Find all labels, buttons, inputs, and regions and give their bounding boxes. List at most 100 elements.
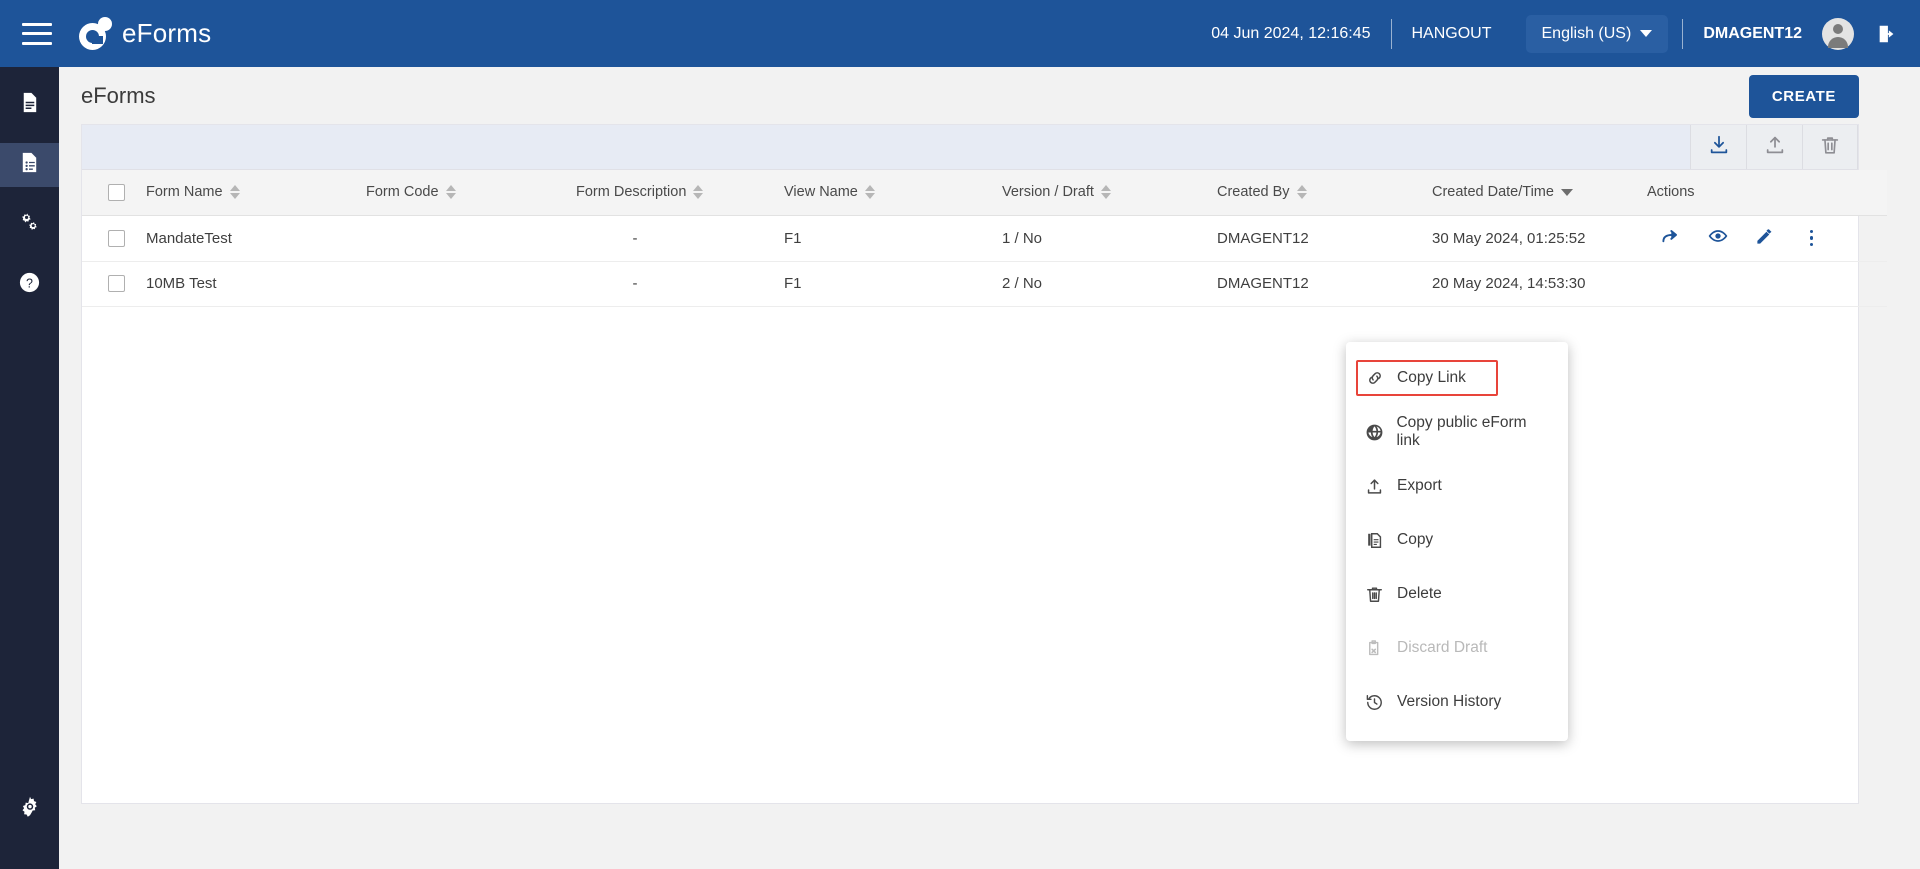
column-header-form-code[interactable]: Form Code (366, 170, 576, 216)
document-icon (18, 91, 41, 119)
cell-created-by: DMAGENT12 (1217, 215, 1432, 262)
question-circle-icon: ? (18, 271, 41, 299)
left-sidebar: ? (0, 67, 59, 869)
username-label: DMAGENT12 (1703, 24, 1802, 42)
copy-icon (1364, 531, 1385, 550)
table-toolbar (82, 125, 1858, 170)
cell-created-datetime: 30 May 2024, 01:25:52 (1432, 215, 1647, 262)
sort-icon (229, 185, 240, 200)
main-content: eForms CREATE Form Name Form Code Form D… (59, 67, 1920, 869)
table-row[interactable]: MandateTest - F1 1 / No DMAGENT12 30 May… (82, 215, 1887, 262)
column-label: Form Name (146, 184, 223, 201)
menu-item-label: Copy public eForm link (1396, 414, 1527, 449)
table-row[interactable]: 10MB Test - F1 2 / No DMAGENT12 20 May 2… (82, 261, 1887, 307)
row-select-cell (82, 261, 146, 307)
cell-form-code (366, 215, 576, 262)
current-datetime: 04 Jun 2024, 12:16:45 (1211, 24, 1371, 42)
upload-icon (1764, 134, 1786, 161)
menu-item-copy-public-eform-link[interactable]: Copy public eForm link (1346, 405, 1568, 459)
menu-item-label: Version History (1397, 693, 1502, 710)
cell-form-name: 10MB Test (146, 261, 366, 307)
menu-item-copy[interactable]: Copy (1346, 513, 1568, 567)
edit-pencil-icon (1755, 227, 1774, 250)
table-header-row: Form Name Form Code Form Description Vie… (82, 170, 1887, 216)
row-context-menu: Copy Link Copy public eForm link Export (1346, 342, 1568, 741)
column-header-created-by[interactable]: Created By (1217, 170, 1432, 216)
column-label: Actions (1647, 184, 1695, 201)
language-selector-label: English (US) (1541, 24, 1632, 42)
history-clock-icon (1364, 693, 1385, 712)
cell-version-draft: 2 / No (1002, 261, 1217, 307)
menu-item-version-history[interactable]: Version History (1346, 675, 1568, 729)
edit-button[interactable] (1741, 216, 1788, 261)
page-title: eForms (81, 82, 156, 108)
link-icon (1364, 369, 1385, 387)
trash-icon (1364, 585, 1385, 604)
menu-item-label: Export (1397, 477, 1442, 494)
cell-actions (1647, 215, 1887, 262)
sidebar-item-help[interactable]: ? (0, 263, 59, 307)
sidebar-item-settings[interactable] (0, 203, 59, 247)
cell-version-draft: 1 / No (1002, 215, 1217, 262)
column-label: Created By (1217, 184, 1290, 201)
menu-item-label: Copy Link (1397, 369, 1466, 386)
sidebar-item-admin-settings[interactable] (0, 787, 59, 831)
chevron-down-icon (1640, 30, 1653, 37)
column-header-actions: Actions (1647, 170, 1887, 216)
row-checkbox[interactable] (108, 275, 125, 292)
menu-item-copy-link[interactable]: Copy Link (1346, 351, 1568, 405)
table-body: MandateTest - F1 1 / No DMAGENT12 30 May… (82, 215, 1887, 307)
eforms-table-card: Form Name Form Code Form Description Vie… (81, 124, 1887, 804)
avatar[interactable] (1822, 17, 1854, 50)
cell-created-by: DMAGENT12 (1217, 261, 1432, 307)
column-header-form-description[interactable]: Form Description (576, 170, 784, 216)
hangout-link[interactable]: HANGOUT (1392, 25, 1512, 43)
view-button[interactable] (1694, 216, 1741, 261)
menu-item-label: Delete (1397, 585, 1442, 602)
row-checkbox[interactable] (108, 229, 125, 247)
column-label: Form Description (576, 184, 687, 201)
page-header: eForms CREATE (59, 67, 1920, 124)
globe-icon (1364, 423, 1384, 442)
menu-item-label: Copy (1397, 531, 1434, 548)
trash-icon (1819, 134, 1841, 161)
column-header-form-name[interactable]: Form Name (146, 170, 366, 216)
column-header-view-name[interactable]: View Name (784, 170, 1002, 216)
column-label: Form Code (366, 184, 439, 201)
cell-view-name: F1 (784, 261, 1002, 307)
table-header: Form Name Form Code Form Description Vie… (82, 170, 1887, 216)
share-icon (1661, 227, 1680, 250)
logout-icon[interactable] (1876, 23, 1898, 45)
more-options-icon (1809, 229, 1814, 247)
column-header-created-datetime[interactable]: Created Date/Time (1432, 170, 1647, 216)
menu-item-delete[interactable]: Delete (1346, 567, 1568, 621)
select-all-checkbox[interactable] (108, 183, 125, 201)
top-navigation-bar: eForms 04 Jun 2024, 12:16:45 HANGOUT Eng… (0, 0, 1920, 67)
sort-icon (1296, 185, 1307, 200)
column-label: Created Date/Time (1432, 184, 1554, 201)
sidebar-item-eforms[interactable] (0, 143, 59, 187)
upload-button[interactable] (1746, 125, 1802, 169)
cell-form-name: MandateTest (146, 215, 366, 262)
cell-created-datetime: 20 May 2024, 14:53:30 (1432, 261, 1647, 307)
language-selector[interactable]: English (US) (1525, 14, 1669, 53)
download-icon (1708, 134, 1730, 161)
download-button[interactable] (1690, 125, 1746, 169)
document-list-icon (18, 151, 41, 179)
menu-item-label: Discard Draft (1397, 639, 1488, 656)
hamburger-menu-icon[interactable] (22, 22, 52, 45)
column-header-version-draft[interactable]: Version / Draft (1002, 170, 1217, 216)
sort-icon (445, 185, 456, 200)
delete-button[interactable] (1802, 125, 1858, 169)
menu-item-export[interactable]: Export (1346, 459, 1568, 513)
eforms-logo-icon (79, 16, 113, 51)
row-select-cell (82, 215, 146, 262)
cell-form-code (366, 261, 576, 307)
view-eye-icon (1708, 226, 1728, 250)
create-button[interactable]: CREATE (1748, 75, 1859, 118)
sidebar-item-forms[interactable] (0, 83, 59, 127)
cell-form-description: - (576, 261, 784, 307)
gears-icon (18, 211, 42, 240)
share-button[interactable] (1647, 216, 1694, 261)
more-options-button[interactable] (1788, 216, 1835, 261)
